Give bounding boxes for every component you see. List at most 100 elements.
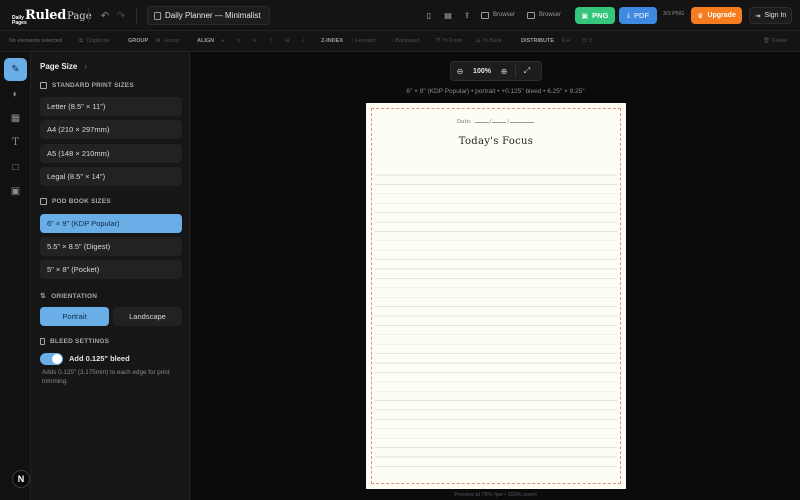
distribute-v-button[interactable]: ☰ V (582, 38, 592, 44)
canvas-area[interactable]: ⊖ 100% ⊕ ⤢ 6" × 9" (KDP Popular) • portr… (191, 52, 800, 500)
sign-in-label: Sign In (764, 12, 787, 19)
top-bar: Daily Pages Ruled Page ↶ ↷ Daily Planner… (0, 0, 800, 31)
duplicate-button[interactable]: Duplicate (87, 38, 110, 44)
bleed-note: Adds 0.125" (3.175mm) to each edge for p… (42, 369, 170, 385)
forward-label: Forward (355, 38, 376, 44)
align-middle-icon[interactable]: ⊟ (285, 38, 290, 44)
divider (515, 65, 516, 77)
toggle-knob (52, 354, 62, 364)
landscape-button[interactable]: Landscape (113, 307, 182, 326)
date-blank (510, 122, 535, 123)
ruled-lines[interactable] (375, 166, 617, 475)
align-left-icon[interactable]: ⫷ (221, 38, 224, 45)
page-size-info: 6" × 9" (KDP Popular) • portrait • +0.12… (406, 88, 585, 95)
sign-in-icon: ⇥ (754, 12, 761, 20)
divider (136, 8, 137, 23)
upgrade-button[interactable]: ♛ Upgrade (691, 7, 742, 24)
logo-small-text: Daily Pages (12, 15, 27, 26)
align-right-icon[interactable]: ⫸ (253, 38, 256, 45)
align-top-icon[interactable]: ⊤ (269, 38, 274, 44)
zoom-out-icon[interactable]: ⊖ (451, 62, 469, 80)
size-option-digest[interactable]: 5.5" × 8.5" (Digest) (40, 237, 182, 256)
app-logo[interactable]: Daily Pages Ruled Page (12, 8, 92, 26)
group-button[interactable]: Group (164, 38, 179, 44)
page-size-tool[interactable]: ✎ (4, 58, 27, 81)
chevron-right-icon: › (84, 62, 88, 71)
document-icon (154, 11, 161, 20)
fit-screen-icon[interactable]: ⤢ (518, 62, 536, 80)
date-blank (492, 122, 507, 123)
distribute-section-label: DISTRIBUTE (521, 38, 554, 44)
size-option-letter[interactable]: Letter (8.5" × 11") (40, 97, 182, 116)
upload-icon[interactable]: ⇪ (460, 8, 474, 22)
size-option-kdp-6x9[interactable]: 6" × 9" (KDP Popular) (40, 214, 182, 233)
new-page-icon[interactable]: ▯ (422, 8, 436, 22)
page-heading[interactable]: Today's Focus (366, 136, 626, 147)
browser-button-2[interactable]: Browser (527, 8, 561, 22)
delete-button[interactable]: 🗑 Delete (763, 38, 787, 44)
planner-page[interactable]: Date: / / Today's Focus (366, 103, 626, 489)
group-section-label: GROUP (128, 38, 149, 44)
upgrade-label: Upgrade (707, 12, 736, 19)
export-png-label: PNG (592, 11, 609, 20)
page-size-panel: Page Size › STANDARD PRINT SIZES Letter (… (31, 52, 190, 500)
portrait-button[interactable]: Portrait (40, 307, 109, 326)
duplicate-icon[interactable]: ⧉ (79, 38, 83, 45)
group-icon[interactable]: ⊠ (156, 38, 161, 44)
zoom-in-icon[interactable]: ⊕ (495, 62, 513, 80)
grid-icon: ▦ (10, 113, 21, 124)
preview-note: Preview at 78% fpw • 100% zoom (454, 492, 537, 498)
bleed-heading-text: BLEED SETTINGS (50, 338, 110, 345)
size-option-a4[interactable]: A4 (210 × 297mm) (40, 120, 182, 139)
document-title-field[interactable]: Daily Planner — Minimalist (147, 6, 270, 25)
theme-tool[interactable]: ◐ (4, 83, 27, 106)
palette-icon: ◐ (12, 89, 19, 100)
align-bottom-icon[interactable]: ⊥ (301, 38, 306, 44)
sign-in-button[interactable]: ⇥ Sign In (749, 7, 792, 24)
date-separator: / (489, 119, 492, 125)
bleed-icon (40, 338, 45, 345)
browser-button-1[interactable]: Browser (481, 8, 515, 22)
backward-button[interactable]: ↓ Backward (391, 38, 419, 44)
export-png-button[interactable]: ▣ PNG (575, 7, 615, 24)
save-icon (481, 11, 489, 19)
size-option-a5[interactable]: A5 (148 × 210mm) (40, 144, 182, 163)
n-badge-icon[interactable]: N (12, 470, 30, 488)
download-icon: ⤓ (626, 11, 631, 19)
to-front-button[interactable]: ⇈ To Front (436, 38, 462, 44)
page-icon (40, 82, 47, 89)
distribute-v-label: V (588, 38, 593, 44)
size-option-pocket[interactable]: 5" × 8" (Pocket) (40, 260, 182, 279)
undo-icon[interactable]: ↶ (99, 10, 111, 22)
standard-sizes-heading: STANDARD PRINT SIZES (40, 82, 134, 89)
zindex-section-label: Z-INDEX (321, 38, 343, 44)
templates-icon[interactable]: ▤ (441, 8, 455, 22)
align-center-icon[interactable]: ≡ (237, 38, 240, 44)
shape-tool[interactable]: □ (4, 156, 27, 179)
square-icon: □ (12, 162, 19, 173)
logo-main-text: Ruled (25, 8, 67, 23)
to-back-button[interactable]: ⇊ To Back (476, 38, 502, 44)
redo-icon[interactable]: ↷ (115, 10, 127, 22)
crown-icon: ♛ (697, 12, 704, 20)
folder-icon (527, 11, 535, 19)
export-pdf-button[interactable]: ⤓ PDF (619, 7, 657, 24)
to-front-label: To Front (442, 38, 463, 44)
pod-sizes-heading: POD BOOK SIZES (40, 198, 111, 205)
grid-tool[interactable]: ▦ (4, 107, 27, 130)
to-back-label: To Back (482, 38, 502, 44)
bleed-toggle[interactable] (40, 353, 63, 365)
png-quota: 3/3 PNG (663, 11, 685, 17)
distribute-h-button[interactable]: ⫼ H (562, 38, 570, 45)
bleed-toggle-label: Add 0.125" bleed (69, 354, 130, 363)
size-option-legal[interactable]: Legal (8.5" × 14") (40, 167, 182, 186)
panel-title[interactable]: Page Size › (40, 62, 87, 71)
orientation-heading: ⇅ ORIENTATION (40, 292, 97, 301)
image-tool[interactable]: ▣ (4, 180, 27, 203)
date-line[interactable]: Date: / / (366, 119, 626, 125)
zoom-controls: ⊖ 100% ⊕ ⤢ (450, 61, 542, 81)
text-tool[interactable]: T (4, 131, 27, 154)
date-separator: / (507, 119, 510, 125)
ruler-icon: ✎ (11, 64, 20, 75)
forward-button[interactable]: ↑ Forward (351, 38, 375, 44)
